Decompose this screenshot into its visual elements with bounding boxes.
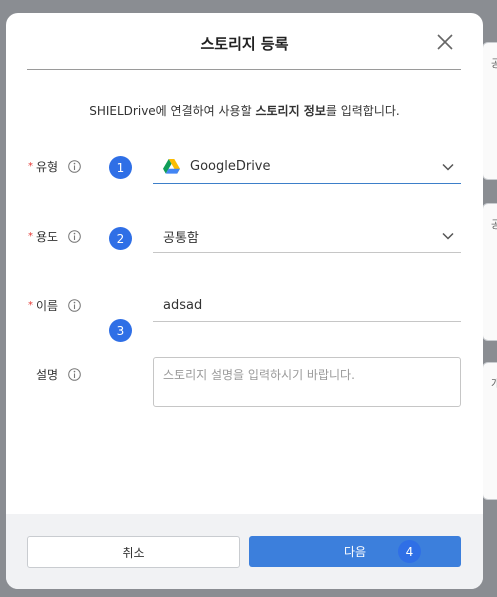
- type-label: 유형: [36, 160, 59, 174]
- description-label: 설명: [36, 368, 59, 382]
- type-select[interactable]: GoogleDrive: [153, 150, 461, 184]
- dialog-description: SHIELDrive에 연결하여 사용할 스토리지 정보를 입력합니다.: [6, 102, 483, 119]
- background-card: 개: [482, 362, 497, 500]
- type-label-group: * 유형: [28, 158, 81, 175]
- name-label: 이름: [36, 299, 59, 313]
- name-label-group: * 이름: [28, 297, 81, 314]
- description-suffix: 를 입력합니다.: [325, 104, 400, 118]
- google-drive-icon: [163, 159, 180, 174]
- description-label-group: 설명: [28, 366, 81, 383]
- description-placeholder: 스토리지 설명을 입력하시기 바랍니다.: [163, 368, 355, 382]
- next-button[interactable]: 다음: [249, 536, 461, 567]
- required-mark: *: [28, 231, 33, 242]
- background-card-text: 공: [491, 218, 497, 231]
- step-badge: 4: [398, 540, 421, 563]
- chevron-down-icon: [442, 163, 454, 171]
- step-badge: 1: [109, 156, 132, 179]
- background-card-text: 공: [491, 57, 497, 70]
- usage-label: 용도: [36, 230, 59, 244]
- next-button-label: 다음: [343, 545, 367, 559]
- description-textarea[interactable]: 스토리지 설명을 입력하시기 바랍니다.: [153, 357, 461, 407]
- usage-select[interactable]: 공통함: [153, 220, 461, 253]
- background-card: 공: [482, 42, 497, 180]
- description-prefix: SHIELDrive에 연결하여 사용할: [89, 104, 256, 118]
- name-input-value: adsad: [163, 298, 203, 313]
- background-card: 공: [482, 203, 497, 341]
- cancel-button-label: 취소: [122, 545, 145, 560]
- step-badge: 2: [109, 227, 132, 250]
- close-icon: [437, 34, 453, 50]
- chevron-down-icon: [442, 232, 454, 240]
- info-icon[interactable]: [68, 299, 81, 312]
- dialog-footer: 취소 다음 4: [6, 514, 483, 589]
- type-select-value: GoogleDrive: [190, 159, 271, 174]
- required-mark: *: [28, 161, 33, 172]
- step-badge: 3: [109, 319, 132, 342]
- storage-register-dialog: 스토리지 등록 SHIELDrive에 연결하여 사용할 스토리지 정보를 입력…: [6, 13, 483, 589]
- usage-label-group: * 용도: [28, 228, 81, 245]
- dialog-title: 스토리지 등록: [200, 35, 289, 53]
- required-mark: *: [28, 300, 33, 311]
- info-icon[interactable]: [68, 230, 81, 243]
- cancel-button[interactable]: 취소: [27, 536, 240, 568]
- background-card-text: 개: [491, 377, 497, 390]
- info-icon[interactable]: [68, 368, 81, 381]
- close-button[interactable]: [434, 31, 456, 53]
- name-input[interactable]: adsad: [153, 290, 461, 322]
- description-bold: 스토리지 정보: [255, 104, 326, 118]
- usage-select-value: 공통함: [163, 230, 199, 246]
- info-icon[interactable]: [68, 160, 81, 173]
- header-divider: [27, 69, 461, 70]
